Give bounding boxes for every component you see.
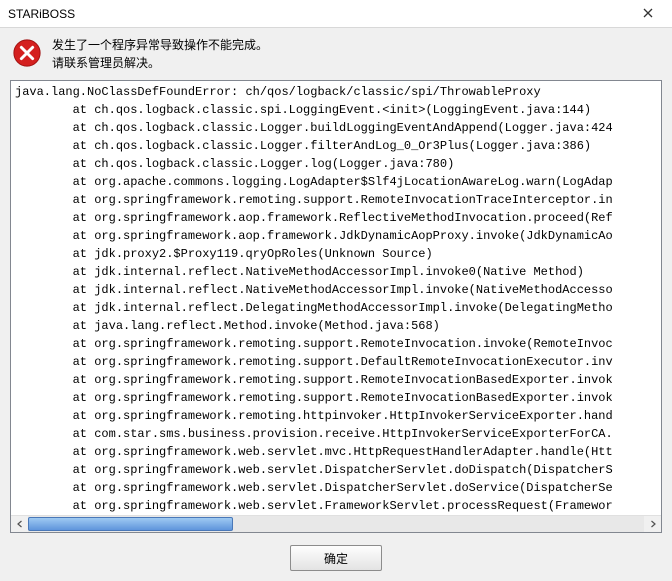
error-message: 发生了一个程序异常导致操作不能完成。 请联系管理员解决。	[52, 36, 268, 72]
close-button[interactable]	[628, 0, 668, 28]
horizontal-scrollbar[interactable]	[11, 515, 661, 532]
stacktrace-panel: java.lang.NoClassDefFoundError: ch/qos/l…	[10, 80, 662, 533]
titlebar: STARiBOSS	[0, 0, 672, 28]
button-row: 确定	[0, 539, 672, 581]
scrollbar-thumb[interactable]	[28, 517, 233, 531]
dialog-body: 发生了一个程序异常导致操作不能完成。 请联系管理员解决。 java.lang.N…	[0, 28, 672, 581]
ok-button[interactable]: 确定	[290, 545, 382, 571]
scroll-left-arrow-icon[interactable]	[11, 516, 28, 532]
window-title: STARiBOSS	[8, 7, 628, 21]
error-message-line2: 请联系管理员解决。	[52, 54, 268, 72]
message-header: 发生了一个程序异常导致操作不能完成。 请联系管理员解决。	[0, 28, 672, 76]
error-icon	[12, 38, 42, 68]
scrollbar-track[interactable]	[28, 516, 644, 532]
scroll-right-arrow-icon[interactable]	[644, 516, 661, 532]
close-icon	[643, 7, 653, 21]
stacktrace-text[interactable]: java.lang.NoClassDefFoundError: ch/qos/l…	[11, 81, 661, 515]
error-message-line1: 发生了一个程序异常导致操作不能完成。	[52, 36, 268, 54]
